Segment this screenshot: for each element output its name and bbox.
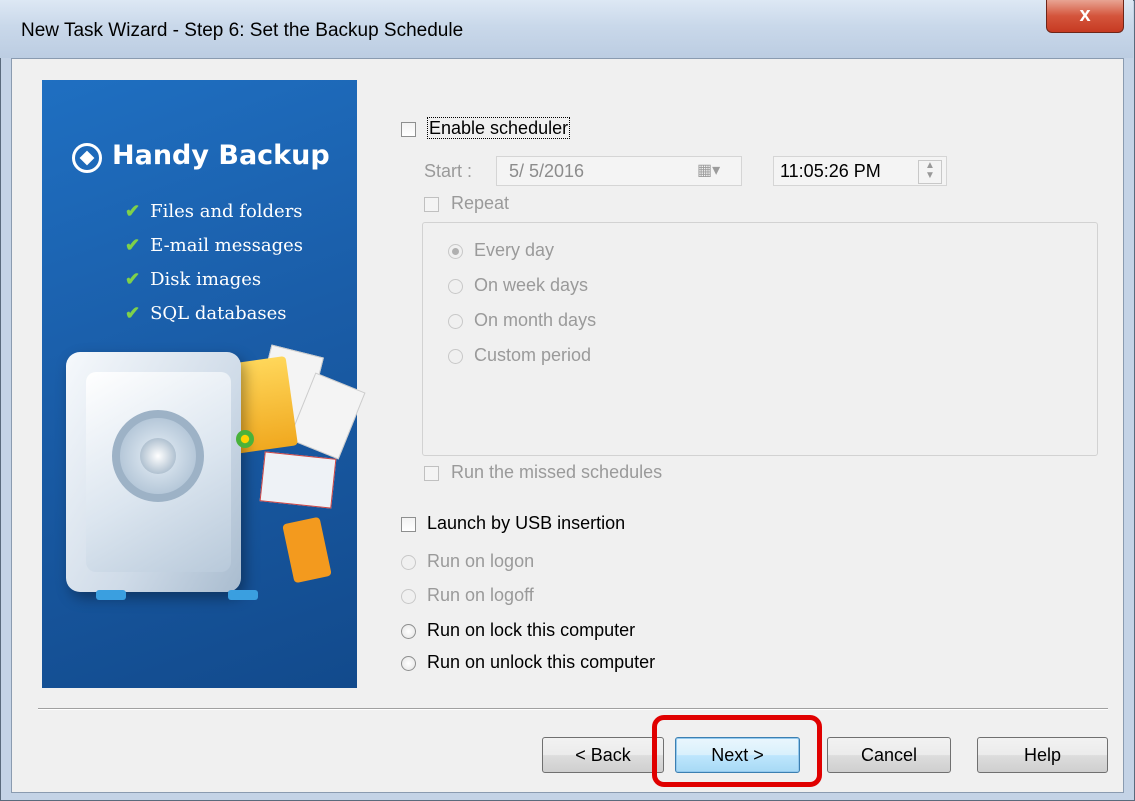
usb-insertion-checkbox[interactable]: [401, 517, 416, 532]
enable-scheduler-text: Enable scheduler: [427, 117, 571, 139]
custom-period-radio[interactable]: [448, 349, 463, 364]
close-button[interactable]: x: [1046, 0, 1124, 33]
run-on-logoff-radio[interactable]: [401, 589, 416, 604]
brand-name: Handy Backup: [112, 140, 330, 171]
month-days-radio[interactable]: [448, 314, 463, 329]
checkmark-icon: ✔: [125, 235, 141, 256]
safe-foot-icon: [96, 590, 126, 600]
feature-item: ✔ E-mail messages: [125, 235, 303, 256]
start-date-value: 5/ 5/2016: [509, 161, 585, 181]
envelope-icon: [259, 451, 337, 509]
feature-item: ✔ Files and folders: [125, 201, 303, 222]
cancel-button[interactable]: Cancel: [827, 737, 951, 773]
flower-icon: [236, 430, 254, 448]
month-days-label: On month days: [474, 310, 597, 330]
time-spinner-icon[interactable]: ▲ ▼: [918, 160, 942, 184]
week-days-label: On week days: [474, 275, 589, 295]
start-time-value: 11:05:26 PM: [780, 161, 881, 181]
start-date-picker[interactable]: 5/ 5/2016 ▦▾: [496, 156, 742, 186]
safe-dial-center-icon: [140, 438, 176, 474]
run-on-lock-label[interactable]: Run on lock this computer: [427, 620, 635, 641]
back-button[interactable]: < Back: [542, 737, 664, 773]
safe-foot-icon: [228, 590, 258, 600]
next-button-highlight: [652, 715, 822, 787]
title-bar[interactable]: New Task Wizard - Step 6: Set the Backup…: [0, 0, 1133, 58]
run-missed-label: Run the missed schedules: [451, 462, 663, 482]
run-on-logoff-label: Run on logoff: [427, 585, 534, 605]
feature-item: ✔ SQL databases: [125, 303, 286, 324]
every-day-label: Every day: [474, 240, 555, 260]
feature-label: E-mail messages: [150, 235, 304, 256]
feature-label: Disk images: [150, 269, 262, 290]
run-on-logon-label: Run on logon: [427, 551, 535, 571]
repeat-checkbox[interactable]: [424, 197, 439, 212]
feature-label: Files and folders: [150, 201, 303, 222]
checkmark-icon: ✔: [125, 303, 141, 324]
checkmark-icon: ✔: [125, 201, 141, 222]
feature-item: ✔ Disk images: [125, 269, 261, 290]
window-title: New Task Wizard - Step 6: Set the Backup…: [21, 20, 464, 41]
help-button[interactable]: Help: [977, 737, 1108, 773]
week-days-radio[interactable]: [448, 279, 463, 294]
feature-label: SQL databases: [150, 303, 287, 324]
run-on-unlock-label[interactable]: Run on unlock this computer: [427, 652, 655, 673]
start-label: Start :: [424, 161, 473, 181]
checkmark-icon: ✔: [125, 269, 141, 290]
run-missed-checkbox[interactable]: [424, 466, 439, 481]
calendar-dropdown-icon[interactable]: ▦▾: [697, 157, 720, 185]
start-time-input[interactable]: 11:05:26 PM ▲ ▼: [773, 156, 947, 186]
repeat-label: Repeat: [451, 193, 510, 213]
run-on-logon-radio[interactable]: [401, 555, 416, 570]
custom-period-label: Custom period: [474, 345, 592, 365]
usb-insertion-label[interactable]: Launch by USB insertion: [427, 513, 625, 534]
enable-scheduler-checkbox[interactable]: [401, 122, 416, 137]
enable-scheduler-label[interactable]: Enable scheduler: [427, 117, 571, 139]
run-on-lock-radio[interactable]: [401, 624, 416, 639]
handy-backup-logo-icon: [72, 143, 102, 173]
footer-divider: [38, 708, 1108, 710]
run-on-unlock-radio[interactable]: [401, 656, 416, 671]
every-day-radio[interactable]: [448, 244, 463, 259]
